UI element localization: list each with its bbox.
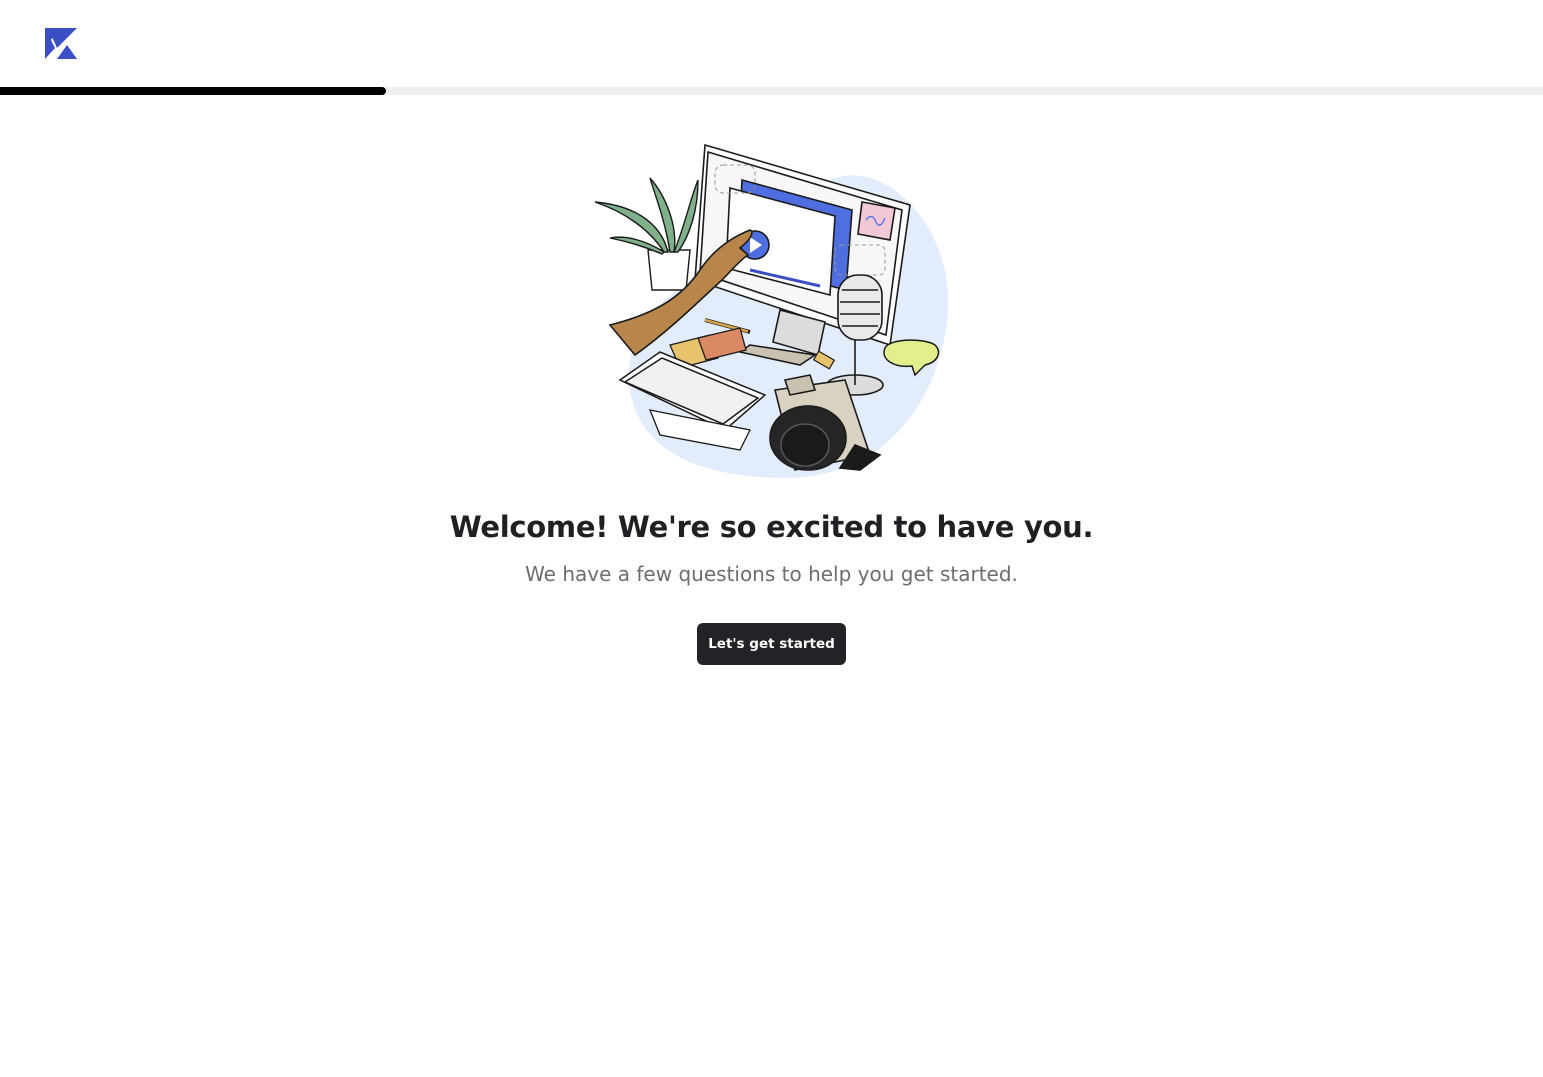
top-bar	[0, 0, 1543, 87]
desk-workspace-illustration-icon	[594, 143, 949, 479]
welcome-subtitle: We have a few questions to help you get …	[525, 562, 1018, 586]
welcome-title: Welcome! We're so excited to have you.	[449, 510, 1094, 544]
onboarding-progress-fill	[0, 87, 386, 95]
kajabi-logo-icon[interactable]	[45, 28, 77, 59]
onboarding-progress-bar	[0, 87, 1543, 95]
lets-get-started-button[interactable]: Let's get started	[697, 623, 846, 665]
